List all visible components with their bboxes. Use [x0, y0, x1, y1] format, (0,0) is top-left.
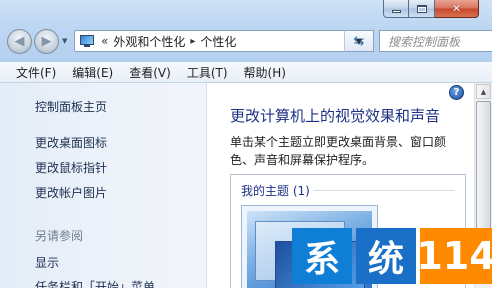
forward-button[interactable]: ▶ [34, 29, 59, 54]
page-description: 单击某个主题立即更改桌面背景、窗口颜色、声音和屏幕保护程序。 [230, 135, 447, 167]
scroll-thumb[interactable] [476, 101, 491, 229]
change-desktop-icons-link[interactable]: 更改桌面图标 [35, 134, 107, 151]
address-dropdown-icon[interactable]: ▼ [352, 31, 366, 51]
minimize-button[interactable] [383, 0, 409, 18]
breadcrumb-appearance[interactable]: 外观和个性化 [113, 33, 185, 50]
menu-help[interactable]: 帮助(H) [234, 64, 292, 81]
search-box[interactable]: 搜索控制面板 [379, 30, 492, 52]
breadcrumb-separator-icon[interactable]: ▸ [190, 36, 195, 47]
close-button[interactable]: ✕ [435, 0, 479, 18]
maximize-icon [416, 4, 427, 13]
search-input[interactable]: 搜索控制面板 [388, 33, 460, 50]
watermark-logo: 系 统 114 [292, 228, 492, 288]
watermark-char-2: 统 [356, 228, 416, 284]
watermark-char-1: 系 [292, 228, 352, 284]
menu-file[interactable]: 文件(F) [6, 64, 62, 81]
minimize-icon [391, 10, 401, 13]
address-bar[interactable]: « 外观和个性化 ▸ 个性化 [74, 30, 374, 52]
menu-tools[interactable]: 工具(T) [177, 64, 234, 81]
maximize-button[interactable] [409, 0, 435, 18]
forward-arrow-icon: ▶ [41, 34, 52, 49]
recent-pages-chevron-icon[interactable]: ▼ [62, 37, 70, 45]
menu-edit[interactable]: 编辑(E) [62, 64, 119, 81]
task-pane: 控制面板主页 更改桌面图标 更改鼠标指针 更改帐户图片 另请参阅 显示 任务栏和… [0, 83, 206, 288]
watermark-number: 114 [416, 228, 492, 284]
change-account-picture-link[interactable]: 更改帐户图片 [35, 184, 107, 201]
back-button[interactable]: ◀ [7, 29, 32, 54]
breadcrumb-overflow[interactable]: « [101, 34, 108, 48]
group-divider [313, 190, 455, 191]
breadcrumb-personalization[interactable]: 个性化 [200, 33, 236, 50]
caption-buttons: ✕ [383, 0, 479, 18]
help-icon[interactable]: ? [449, 85, 464, 100]
menu-bar: 文件(F) 编辑(E) 查看(V) 工具(T) 帮助(H) [0, 62, 492, 83]
control-panel-home-link[interactable]: 控制面板主页 [35, 98, 107, 115]
page-title: 更改计算机上的视觉效果和声音 [230, 107, 441, 125]
scroll-up-icon[interactable]: ▲ [476, 84, 491, 99]
my-themes-heading: 我的主题 (1) [241, 182, 314, 199]
display-link[interactable]: 显示 [35, 254, 59, 271]
see-also-heading: 另请参阅 [35, 229, 84, 243]
close-icon: ✕ [451, 2, 462, 15]
back-arrow-icon: ◀ [14, 34, 25, 49]
taskbar-start-menu-link[interactable]: 任务栏和「开始」菜单 [35, 278, 155, 288]
change-mouse-pointers-link[interactable]: 更改鼠标指针 [35, 159, 107, 176]
control-panel-icon [79, 34, 95, 48]
menu-view[interactable]: 查看(V) [119, 64, 177, 81]
